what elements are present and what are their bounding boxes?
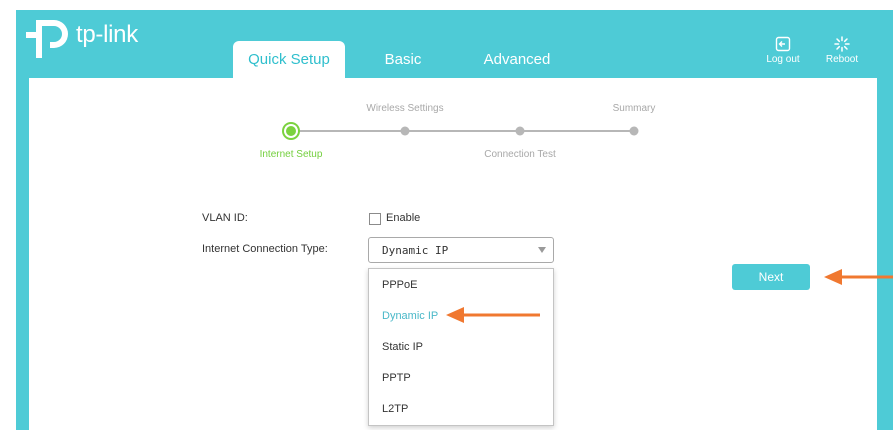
step-dot-wireless-settings [400,126,410,136]
annotation-arrow-next-icon [824,269,893,285]
logout-button[interactable]: Log out [758,36,808,65]
step-dot-internet-setup [286,126,296,136]
browser-viewport: tp-link Quick Setup Basic Advanced Log o… [0,0,893,430]
connection-type-value: Dynamic IP [382,244,449,257]
next-button[interactable]: Next [732,264,810,290]
tp-link-logo-icon [26,20,68,58]
step-label-summary: Summary [612,103,656,114]
option-l2tp[interactable]: L2TP [369,394,553,424]
logout-icon [775,36,791,52]
connection-type-select[interactable]: Dynamic IP [368,237,554,263]
step-label-internet-setup: Internet Setup [259,149,323,160]
reboot-icon [834,36,850,52]
step-label-connection-test: Connection Test [484,149,556,160]
connection-type-label: Internet Connection Type: [202,243,328,255]
option-pppoe[interactable]: PPPoE [369,270,553,300]
step-label-wireless-settings: Wireless Settings [366,103,444,114]
logo-wordmark: tp-link [76,21,138,48]
vlan-enable-label[interactable]: Enable [386,212,420,224]
option-pptp[interactable]: PPTP [369,363,553,393]
vlan-id-label: VLAN ID: [202,212,248,224]
tab-advanced[interactable]: Advanced [471,41,563,78]
reboot-label: Reboot [825,54,859,65]
tp-link-logo: tp-link [26,14,138,62]
option-static-ip[interactable]: Static IP [369,332,553,362]
annotation-arrow-dynamic-ip-icon [446,307,540,323]
chevron-down-icon [538,247,546,253]
step-dot-connection-test [515,126,525,136]
tab-basic[interactable]: Basic [368,41,438,78]
stepper-track [291,130,636,132]
step-dot-summary [629,126,639,136]
vlan-enable-checkbox[interactable] [369,213,381,225]
logout-label: Log out [766,54,800,65]
reboot-button[interactable]: Reboot [817,36,867,65]
connection-type-dropdown: PPPoE Dynamic IP Static IP PPTP L2TP [368,268,554,426]
tab-quick-setup[interactable]: Quick Setup [233,41,345,78]
